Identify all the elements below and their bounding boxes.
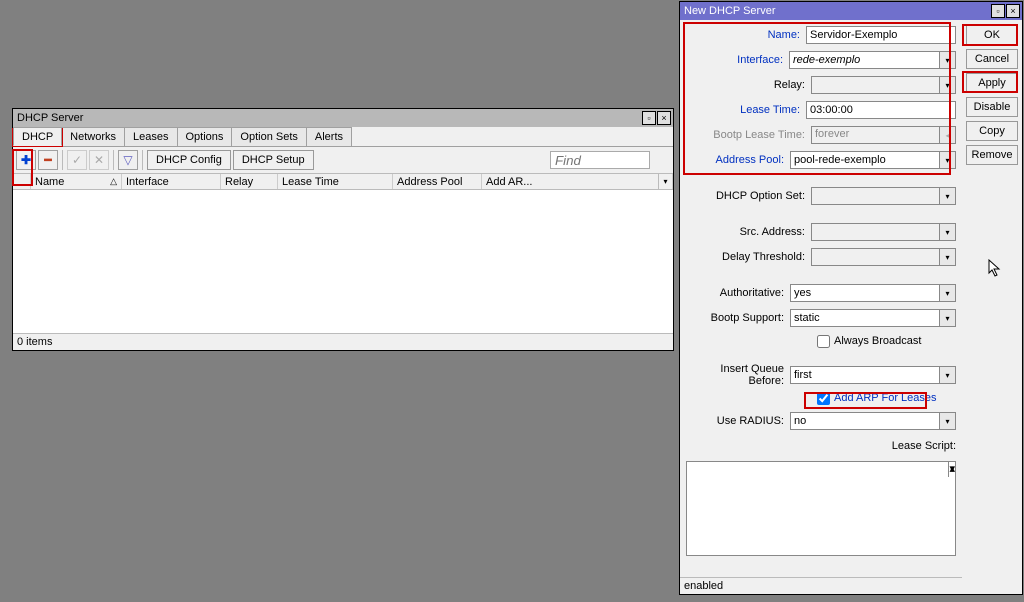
tab-dhcp[interactable]: DHCP	[13, 127, 62, 146]
dropdown-icon[interactable]: ◂	[940, 126, 956, 144]
dropdown-icon[interactable]: ▾	[940, 151, 956, 169]
col-relay[interactable]: Relay	[221, 174, 278, 189]
filter-icon[interactable]: ▽	[118, 150, 138, 170]
col-lease-time[interactable]: Lease Time	[278, 174, 393, 189]
dhcp-window-titlebar[interactable]: DHCP Server ▫ ×	[13, 109, 673, 127]
tab-leases[interactable]: Leases	[124, 127, 177, 146]
always-broadcast-checkbox[interactable]	[817, 335, 830, 348]
authoritative-label: Authoritative:	[686, 287, 790, 299]
disable-button[interactable]: Disable	[966, 97, 1018, 117]
always-broadcast-label: Always Broadcast	[834, 335, 921, 347]
col-flag[interactable]	[13, 174, 31, 189]
src-address-label: Src. Address:	[686, 226, 811, 238]
dialog-titlebar[interactable]: New DHCP Server ▫ ×	[680, 2, 1022, 20]
cancel-button[interactable]: Cancel	[966, 49, 1018, 69]
lease-script-label: Lease Script:	[892, 440, 956, 452]
dialog-side-buttons: OK Cancel Apply Disable Copy Remove	[962, 20, 1022, 594]
insert-queue-field[interactable]	[790, 366, 940, 384]
delay-threshold-label: Delay Threshold:	[686, 251, 811, 263]
relay-label: Relay:	[686, 79, 811, 91]
tab-networks[interactable]: Networks	[61, 127, 125, 146]
minimize-icon[interactable]: ▫	[991, 4, 1005, 18]
copy-button[interactable]: Copy	[966, 121, 1018, 141]
minimize-icon[interactable]: ▫	[642, 111, 656, 125]
relay-field[interactable]	[811, 76, 940, 94]
dialog-status: enabled	[680, 577, 962, 594]
add-button[interactable]: ✚	[16, 150, 36, 170]
ok-button[interactable]: OK	[966, 25, 1018, 45]
lease-time-label: Lease Time:	[686, 104, 806, 116]
col-address-pool[interactable]: Address Pool	[393, 174, 482, 189]
dhcp-tabs: DHCP Networks Leases Options Option Sets…	[13, 127, 673, 147]
add-arp-checkbox[interactable]	[817, 392, 830, 405]
name-label: Name:	[686, 29, 806, 41]
expand-icon[interactable]: ▾	[940, 223, 956, 241]
dropdown-icon[interactable]: ▾	[940, 366, 956, 384]
bootp-lease-label: Bootp Lease Time:	[686, 129, 811, 141]
dropdown-icon[interactable]: ▾	[940, 51, 956, 69]
remove-button[interactable]: Remove	[966, 145, 1018, 165]
script-down-icon[interactable]: ▾	[948, 462, 955, 477]
insert-queue-label: Insert Queue Before:	[686, 363, 790, 387]
tab-options[interactable]: Options	[177, 127, 233, 146]
remove-button[interactable]: ━	[38, 150, 58, 170]
close-icon[interactable]: ×	[1006, 4, 1020, 18]
delay-threshold-field[interactable]	[811, 248, 940, 266]
divider	[142, 150, 143, 170]
bootp-lease-field[interactable]: forever	[811, 126, 940, 144]
new-dhcp-server-dialog[interactable]: New DHCP Server ▫ × Name: Interface: ▾ R…	[679, 1, 1023, 595]
dhcp-statusbar: 0 items	[13, 333, 673, 350]
disable-icon[interactable]: ✕	[89, 150, 109, 170]
enable-icon[interactable]: ✓	[67, 150, 87, 170]
dhcp-config-button[interactable]: DHCP Config	[147, 150, 231, 170]
apply-button[interactable]: Apply	[966, 73, 1018, 93]
authoritative-field[interactable]	[790, 284, 940, 302]
dialog-form: Name: Interface: ▾ Relay: ▾ Lease Time: …	[680, 20, 962, 594]
expand-icon[interactable]: ▾	[940, 76, 956, 94]
col-name[interactable]: Name△	[31, 174, 122, 189]
dialog-title: New DHCP Server	[684, 5, 990, 17]
use-radius-field[interactable]	[790, 412, 940, 430]
expand-icon[interactable]: ▾	[940, 187, 956, 205]
dhcp-setup-button[interactable]: DHCP Setup	[233, 150, 314, 170]
address-pool-field[interactable]	[790, 151, 940, 169]
add-arp-check[interactable]: Add ARP For Leases	[817, 390, 956, 406]
src-address-field[interactable]	[811, 223, 940, 241]
use-radius-label: Use RADIUS:	[686, 415, 790, 427]
dropdown-icon[interactable]: ▾	[940, 284, 956, 302]
always-broadcast-check[interactable]: Always Broadcast	[817, 333, 956, 349]
name-field[interactable]	[806, 26, 956, 44]
lease-script-field[interactable]: ▴ ▾	[686, 461, 956, 556]
close-icon[interactable]: ×	[657, 111, 671, 125]
dhcp-server-window[interactable]: DHCP Server ▫ × DHCP Networks Leases Opt…	[12, 108, 674, 351]
lease-time-field[interactable]	[806, 101, 956, 119]
bootp-support-field[interactable]	[790, 309, 940, 327]
dhcp-option-set-field[interactable]	[811, 187, 940, 205]
dhcp-toolbar: ✚ ━ ✓ ✕ ▽ DHCP Config DHCP Setup	[13, 147, 673, 173]
divider	[62, 150, 63, 170]
dropdown-icon[interactable]: ▾	[940, 412, 956, 430]
col-interface[interactable]: Interface	[122, 174, 221, 189]
expand-icon[interactable]: ▾	[940, 248, 956, 266]
dhcp-window-title: DHCP Server	[17, 112, 641, 124]
tab-alerts[interactable]: Alerts	[306, 127, 352, 146]
divider	[113, 150, 114, 170]
dropdown-icon[interactable]: ▾	[940, 309, 956, 327]
dhcp-option-set-label: DHCP Option Set:	[686, 190, 811, 202]
interface-label: Interface:	[686, 54, 789, 66]
col-add-arp[interactable]: Add AR...▾	[482, 174, 673, 189]
tab-option-sets[interactable]: Option Sets	[231, 127, 306, 146]
add-arp-label: Add ARP For Leases	[834, 392, 937, 404]
find-input[interactable]	[550, 151, 650, 169]
grid-body[interactable]	[13, 190, 673, 333]
grid-header: Name△ Interface Relay Lease Time Address…	[13, 173, 673, 190]
interface-field[interactable]	[789, 51, 940, 69]
address-pool-label: Address Pool:	[686, 154, 790, 166]
bootp-support-label: Bootp Support:	[686, 312, 790, 324]
